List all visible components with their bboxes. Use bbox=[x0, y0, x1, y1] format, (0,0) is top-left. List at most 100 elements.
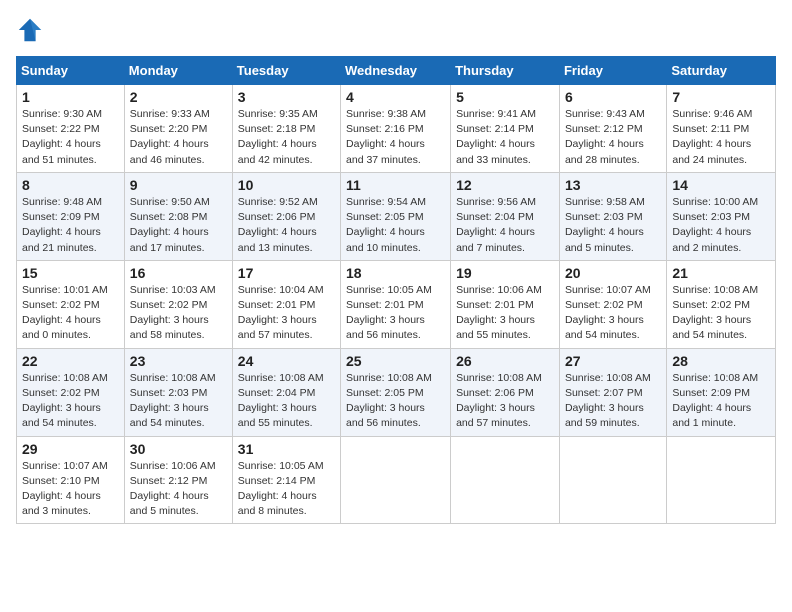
calendar-cell: 5 Sunrise: 9:41 AM Sunset: 2:14 PM Daylig… bbox=[451, 85, 560, 173]
calendar-cell bbox=[341, 436, 451, 524]
day-info: Sunrise: 10:08 AM Sunset: 2:04 PM Daylig… bbox=[238, 371, 335, 432]
column-header-sunday: Sunday bbox=[17, 57, 125, 85]
calendar-week-row: 8 Sunrise: 9:48 AM Sunset: 2:09 PM Daylig… bbox=[17, 172, 776, 260]
calendar-cell: 3Sunrise: 9:35 AM Sunset: 2:18 PM Daylig… bbox=[232, 85, 340, 173]
calendar-cell: 14 Sunrise: 10:00 AM Sunset: 2:03 PM Dayl… bbox=[667, 172, 776, 260]
day-info: Sunrise: 9:50 AM Sunset: 2:08 PM Dayligh… bbox=[130, 195, 227, 256]
logo-icon bbox=[16, 16, 44, 44]
calendar-cell: 12 Sunrise: 9:56 AM Sunset: 2:04 PM Dayli… bbox=[451, 172, 560, 260]
day-number: 4 bbox=[346, 89, 445, 105]
day-info: Sunrise: 9:30 AM Sunset: 2:22 PM Dayligh… bbox=[22, 107, 119, 168]
day-number: 22 bbox=[22, 353, 119, 369]
day-info: Sunrise: 9:33 AM Sunset: 2:20 PM Dayligh… bbox=[130, 107, 227, 168]
calendar-cell: 8 Sunrise: 9:48 AM Sunset: 2:09 PM Daylig… bbox=[17, 172, 125, 260]
calendar-cell bbox=[451, 436, 560, 524]
day-number: 17 bbox=[238, 265, 335, 281]
calendar-cell: 1 Sunrise: 9:30 AM Sunset: 2:22 PM Daylig… bbox=[17, 85, 125, 173]
calendar-cell: 2Sunrise: 9:33 AM Sunset: 2:20 PM Daylig… bbox=[124, 85, 232, 173]
calendar-cell: 26Sunrise: 10:08 AM Sunset: 2:06 PM Dayl… bbox=[451, 348, 560, 436]
calendar-cell: 22 Sunrise: 10:08 AM Sunset: 2:02 PM Dayl… bbox=[17, 348, 125, 436]
day-number: 13 bbox=[565, 177, 661, 193]
calendar-cell: 24 Sunrise: 10:08 AM Sunset: 2:04 PM Dayl… bbox=[232, 348, 340, 436]
day-info: Sunrise: 10:04 AM Sunset: 2:01 PM Daylig… bbox=[238, 283, 335, 344]
day-number: 30 bbox=[130, 441, 227, 457]
day-info: Sunrise: 9:56 AM Sunset: 2:04 PM Dayligh… bbox=[456, 195, 554, 256]
day-info: Sunrise: 10:05 AM Sunset: 2:14 PM Daylig… bbox=[238, 459, 335, 520]
calendar-cell: 6 Sunrise: 9:43 AM Sunset: 2:12 PM Daylig… bbox=[559, 85, 666, 173]
day-info: Sunrise: 10:08 AM Sunset: 2:02 PM Daylig… bbox=[672, 283, 770, 344]
day-info: Sunrise: 10:08 AM Sunset: 2:02 PM Daylig… bbox=[22, 371, 119, 432]
day-info: Sunrise: 10:06 AM Sunset: 2:01 PM Daylig… bbox=[456, 283, 554, 344]
day-number: 25 bbox=[346, 353, 445, 369]
column-header-monday: Monday bbox=[124, 57, 232, 85]
calendar-cell: 20 Sunrise: 10:07 AM Sunset: 2:02 PM Dayl… bbox=[559, 260, 666, 348]
day-info: Sunrise: 9:43 AM Sunset: 2:12 PM Dayligh… bbox=[565, 107, 661, 168]
day-number: 24 bbox=[238, 353, 335, 369]
day-number: 28 bbox=[672, 353, 770, 369]
day-number: 16 bbox=[130, 265, 227, 281]
calendar-cell: 29 Sunrise: 10:07 AM Sunset: 2:10 PM Dayl… bbox=[17, 436, 125, 524]
day-info: Sunrise: 9:38 AM Sunset: 2:16 PM Dayligh… bbox=[346, 107, 445, 168]
day-number: 21 bbox=[672, 265, 770, 281]
day-number: 20 bbox=[565, 265, 661, 281]
calendar-cell: 21 Sunrise: 10:08 AM Sunset: 2:02 PM Dayl… bbox=[667, 260, 776, 348]
day-info: Sunrise: 9:54 AM Sunset: 2:05 PM Dayligh… bbox=[346, 195, 445, 256]
calendar-header-row: SundayMondayTuesdayWednesdayThursdayFrid… bbox=[17, 57, 776, 85]
day-info: Sunrise: 9:41 AM Sunset: 2:14 PM Dayligh… bbox=[456, 107, 554, 168]
calendar-cell bbox=[559, 436, 666, 524]
day-info: Sunrise: 9:58 AM Sunset: 2:03 PM Dayligh… bbox=[565, 195, 661, 256]
day-number: 31 bbox=[238, 441, 335, 457]
calendar-table: SundayMondayTuesdayWednesdayThursdayFrid… bbox=[16, 56, 776, 524]
calendar-cell: 19Sunrise: 10:06 AM Sunset: 2:01 PM Dayl… bbox=[451, 260, 560, 348]
day-info: Sunrise: 10:00 AM Sunset: 2:03 PM Daylig… bbox=[672, 195, 770, 256]
calendar-cell: 7 Sunrise: 9:46 AM Sunset: 2:11 PM Daylig… bbox=[667, 85, 776, 173]
day-info: Sunrise: 10:07 AM Sunset: 2:10 PM Daylig… bbox=[22, 459, 119, 520]
day-number: 12 bbox=[456, 177, 554, 193]
column-header-saturday: Saturday bbox=[667, 57, 776, 85]
calendar-week-row: 22 Sunrise: 10:08 AM Sunset: 2:02 PM Dayl… bbox=[17, 348, 776, 436]
column-header-wednesday: Wednesday bbox=[341, 57, 451, 85]
day-number: 7 bbox=[672, 89, 770, 105]
calendar-cell: 31 Sunrise: 10:05 AM Sunset: 2:14 PM Dayl… bbox=[232, 436, 340, 524]
calendar-cell: 25 Sunrise: 10:08 AM Sunset: 2:05 PM Dayl… bbox=[341, 348, 451, 436]
day-number: 3 bbox=[238, 89, 335, 105]
logo bbox=[16, 16, 48, 44]
calendar-cell: 11 Sunrise: 9:54 AM Sunset: 2:05 PM Dayli… bbox=[341, 172, 451, 260]
day-number: 15 bbox=[22, 265, 119, 281]
day-info: Sunrise: 10:06 AM Sunset: 2:12 PM Daylig… bbox=[130, 459, 227, 520]
day-info: Sunrise: 9:52 AM Sunset: 2:06 PM Dayligh… bbox=[238, 195, 335, 256]
day-info: Sunrise: 10:05 AM Sunset: 2:01 PM Daylig… bbox=[346, 283, 445, 344]
day-number: 1 bbox=[22, 89, 119, 105]
day-number: 27 bbox=[565, 353, 661, 369]
day-number: 23 bbox=[130, 353, 227, 369]
day-number: 5 bbox=[456, 89, 554, 105]
column-header-thursday: Thursday bbox=[451, 57, 560, 85]
calendar-week-row: 15Sunrise: 10:01 AM Sunset: 2:02 PM Dayl… bbox=[17, 260, 776, 348]
calendar-cell: 30 Sunrise: 10:06 AM Sunset: 2:12 PM Dayl… bbox=[124, 436, 232, 524]
calendar-cell: 18 Sunrise: 10:05 AM Sunset: 2:01 PM Dayl… bbox=[341, 260, 451, 348]
page-header bbox=[16, 16, 776, 44]
calendar-cell: 13 Sunrise: 9:58 AM Sunset: 2:03 PM Dayli… bbox=[559, 172, 666, 260]
day-info: Sunrise: 10:08 AM Sunset: 2:05 PM Daylig… bbox=[346, 371, 445, 432]
calendar-cell: 28 Sunrise: 10:08 AM Sunset: 2:09 PM Dayl… bbox=[667, 348, 776, 436]
day-number: 29 bbox=[22, 441, 119, 457]
day-info: Sunrise: 10:03 AM Sunset: 2:02 PM Daylig… bbox=[130, 283, 227, 344]
day-number: 10 bbox=[238, 177, 335, 193]
calendar-cell: 10 Sunrise: 9:52 AM Sunset: 2:06 PM Dayli… bbox=[232, 172, 340, 260]
calendar-cell: 9 Sunrise: 9:50 AM Sunset: 2:08 PM Daylig… bbox=[124, 172, 232, 260]
day-number: 18 bbox=[346, 265, 445, 281]
day-number: 14 bbox=[672, 177, 770, 193]
column-header-tuesday: Tuesday bbox=[232, 57, 340, 85]
day-number: 11 bbox=[346, 177, 445, 193]
day-number: 6 bbox=[565, 89, 661, 105]
day-info: Sunrise: 10:07 AM Sunset: 2:02 PM Daylig… bbox=[565, 283, 661, 344]
day-info: Sunrise: 9:48 AM Sunset: 2:09 PM Dayligh… bbox=[22, 195, 119, 256]
day-info: Sunrise: 10:08 AM Sunset: 2:09 PM Daylig… bbox=[672, 371, 770, 432]
day-info: Sunrise: 9:46 AM Sunset: 2:11 PM Dayligh… bbox=[672, 107, 770, 168]
day-number: 8 bbox=[22, 177, 119, 193]
day-number: 9 bbox=[130, 177, 227, 193]
calendar-week-row: 29 Sunrise: 10:07 AM Sunset: 2:10 PM Dayl… bbox=[17, 436, 776, 524]
day-info: Sunrise: 10:08 AM Sunset: 2:03 PM Daylig… bbox=[130, 371, 227, 432]
calendar-cell: 27Sunrise: 10:08 AM Sunset: 2:07 PM Dayl… bbox=[559, 348, 666, 436]
calendar-week-row: 1 Sunrise: 9:30 AM Sunset: 2:22 PM Daylig… bbox=[17, 85, 776, 173]
